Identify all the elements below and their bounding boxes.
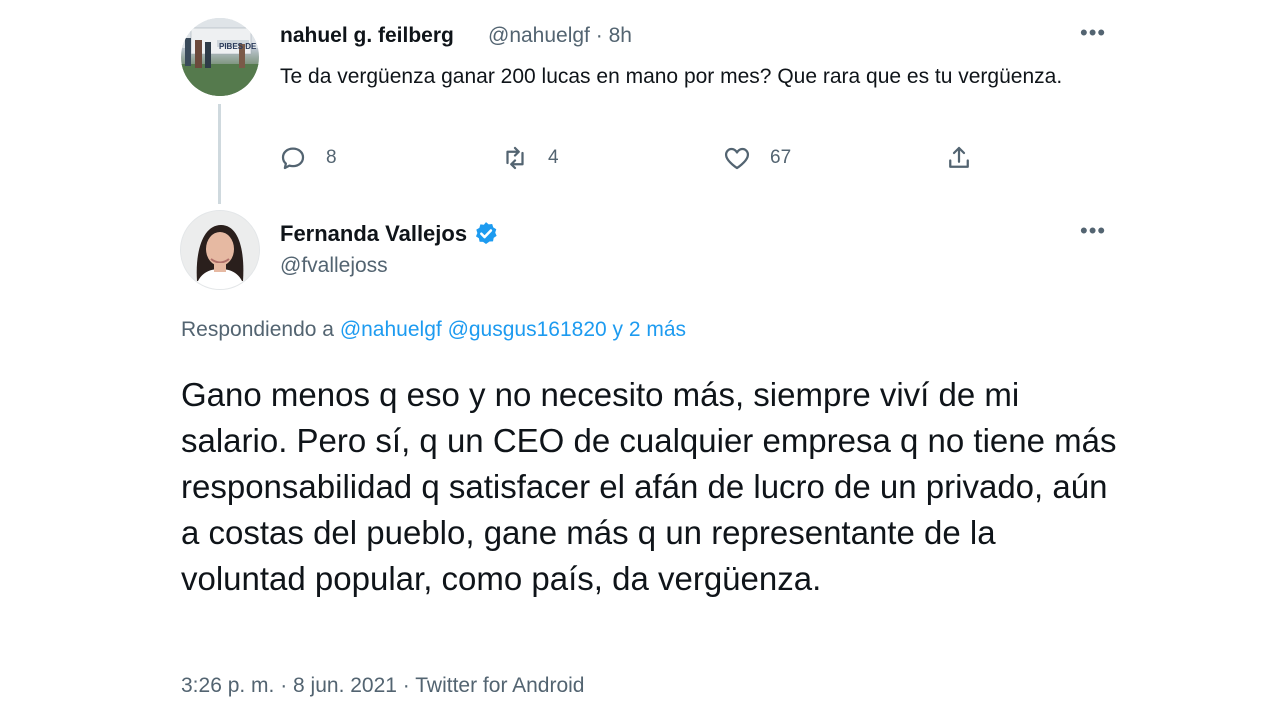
- reply-action-button[interactable]: 8: [278, 142, 337, 174]
- verified-badge-icon: [476, 222, 497, 245]
- replying-to-line: Respondiendo a @nahuelgf @gusgus161820 y…: [181, 318, 686, 342]
- replying-mention-nahuelgf[interactable]: @nahuelgf: [340, 318, 442, 341]
- reply-count: 8: [326, 147, 337, 168]
- main-tweet-text: Gano menos q eso y no necesito más, siem…: [181, 376, 1117, 597]
- like-action-button[interactable]: 67: [722, 142, 791, 174]
- avatar-banner-text: PIBES DE: [219, 42, 257, 51]
- replying-mention-gusgus[interactable]: @gusgus161820: [448, 318, 607, 341]
- reply-more-button[interactable]: •••: [1080, 20, 1106, 46]
- main-author-handle[interactable]: @fvallejoss: [280, 254, 388, 278]
- reply-author-name[interactable]: nahuel g. feilberg: [280, 24, 454, 48]
- reply-icon: [281, 147, 305, 170]
- meta-separator: ·: [595, 24, 609, 47]
- main-more-button[interactable]: •••: [1080, 218, 1106, 244]
- main-author-avatar[interactable]: [180, 210, 260, 290]
- retweet-icon: [506, 146, 524, 170]
- avatar-portrait-icon: [181, 211, 259, 289]
- replying-prefix: Respondiendo a: [181, 318, 334, 341]
- tweet-timestamp[interactable]: 3:26 p. m. · 8 jun. 2021 · Twitter for A…: [181, 674, 585, 698]
- avatar-photo-icon: [181, 18, 259, 96]
- reply-author-handle[interactable]: @nahuelgf: [488, 24, 590, 47]
- share-icon: [949, 146, 969, 168]
- reply-time[interactable]: 8h: [609, 24, 632, 47]
- share-action-button[interactable]: [944, 142, 974, 174]
- heart-icon: [724, 147, 750, 170]
- main-author-name-row[interactable]: Fernanda Vallejos: [280, 220, 500, 248]
- retweet-count: 4: [548, 147, 559, 168]
- retweet-action-button[interactable]: 4: [500, 142, 559, 174]
- reply-author-avatar[interactable]: PIBES DE: [181, 18, 259, 96]
- like-count: 67: [770, 147, 792, 168]
- reply-tweet-text: Te da vergüenza ganar 200 lucas en mano …: [280, 65, 1063, 88]
- thread-connector-line: [218, 104, 221, 204]
- reply-author-meta: @nahuelgf · 8h: [488, 24, 632, 48]
- main-author-name[interactable]: Fernanda Vallejos: [280, 221, 467, 247]
- replying-more-link[interactable]: y 2 más: [613, 318, 687, 341]
